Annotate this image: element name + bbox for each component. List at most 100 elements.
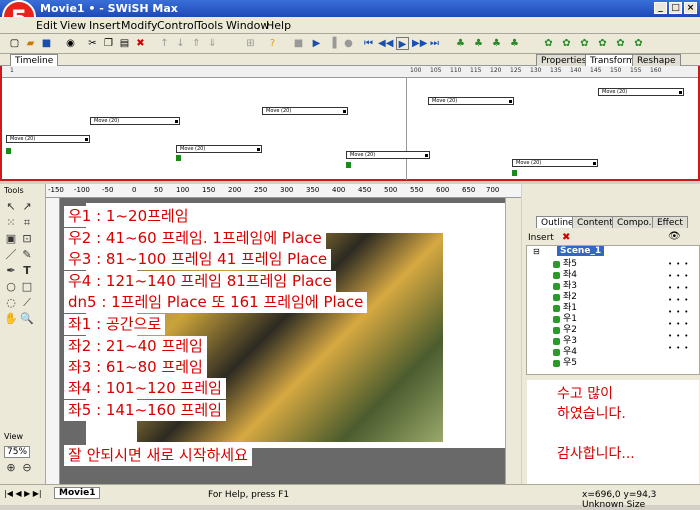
keyframe-marker[interactable]: [346, 162, 351, 168]
menu-modify[interactable]: Modify: [121, 19, 157, 32]
timeline-bar[interactable]: Move (20): [512, 159, 598, 167]
record-icon[interactable]: ●: [342, 37, 355, 50]
last-frame-icon[interactable]: ⏭: [428, 37, 441, 50]
subselect-icon[interactable]: ↗: [20, 200, 34, 214]
tab-reshape[interactable]: Reshape: [632, 54, 681, 66]
select-icon[interactable]: ↖: [4, 200, 18, 214]
timeline-bar[interactable]: Move (20): [176, 145, 262, 153]
menu-help[interactable]: Help: [266, 19, 291, 32]
effect-icon[interactable]: ✿: [542, 37, 555, 50]
cut-icon[interactable]: ✂: [86, 37, 99, 50]
tab-properties[interactable]: Properties: [536, 54, 592, 66]
scene-item[interactable]: Scene_1: [557, 246, 605, 256]
minimize-button[interactable]: _: [654, 2, 667, 14]
tick: 150: [610, 67, 622, 74]
outline-item[interactable]: 우4: [552, 347, 577, 358]
hand-icon[interactable]: ✋: [4, 312, 18, 326]
zoom-select[interactable]: 75%: [4, 446, 31, 458]
autoshape-icon[interactable]: ◌: [4, 296, 18, 310]
outline-item[interactable]: 좌2: [552, 292, 577, 303]
move-up-icon[interactable]: ↑: [158, 37, 171, 50]
stop-icon[interactable]: ■: [292, 37, 305, 50]
outline-item[interactable]: 좌4: [552, 270, 577, 281]
outline-item[interactable]: 좌5: [552, 259, 577, 270]
effect5-icon[interactable]: ✿: [614, 37, 627, 50]
copy-icon[interactable]: ❐: [102, 37, 115, 50]
effect2-icon[interactable]: ✿: [560, 37, 573, 50]
menu-insert[interactable]: Insert: [89, 19, 121, 32]
maximize-button[interactable]: □: [669, 2, 682, 14]
timeline-bar[interactable]: Move (20): [262, 107, 348, 115]
menu-window[interactable]: Window: [226, 19, 269, 32]
tab-timeline[interactable]: Timeline: [10, 54, 59, 66]
pencil-icon[interactable]: ✎: [20, 248, 34, 262]
keyframe-marker[interactable]: [176, 155, 181, 161]
outline-item[interactable]: 우1: [552, 314, 577, 325]
open-icon[interactable]: ▰: [24, 37, 37, 50]
move-top-icon[interactable]: ⇑: [190, 37, 203, 50]
zoom-out-icon[interactable]: ⊖: [20, 461, 34, 475]
line-icon[interactable]: ／: [4, 248, 18, 262]
transform-icon[interactable]: ⊡: [20, 232, 34, 246]
timeline-bar[interactable]: Move (20): [346, 151, 430, 159]
timeline-bar[interactable]: Move (20): [6, 135, 90, 143]
delete-icon[interactable]: ✖: [134, 37, 147, 50]
ruler-icon[interactable]: ⟋: [20, 296, 34, 310]
timeline-bar[interactable]: Move (20): [90, 117, 180, 125]
tab-effect[interactable]: Effect: [652, 216, 688, 228]
outline-item[interactable]: 좌3: [552, 281, 577, 292]
expand-icon[interactable]: ⊟: [533, 247, 540, 256]
insert-button-icon[interactable]: ♣: [490, 37, 503, 50]
insert-sprite-icon[interactable]: ♣: [472, 37, 485, 50]
close-button[interactable]: ×: [684, 2, 697, 14]
keyframe-marker[interactable]: [512, 170, 517, 176]
timeline-bar[interactable]: Move (20): [428, 97, 514, 105]
insert-group-icon[interactable]: ♣: [508, 37, 521, 50]
outline-item[interactable]: 우5: [552, 358, 577, 369]
keyframe-marker[interactable]: [6, 148, 11, 154]
move-down-icon[interactable]: ↓: [174, 37, 187, 50]
outline-item[interactable]: 우3: [552, 336, 577, 347]
outline-item[interactable]: 우2: [552, 325, 577, 336]
tab-content[interactable]: Content: [572, 216, 618, 228]
movie-tab[interactable]: Movie1: [54, 487, 101, 499]
nav-arrows-icon[interactable]: |◀ ◀ ▶ ▶|: [4, 489, 42, 498]
fill-icon[interactable]: ▣: [4, 232, 18, 246]
first-frame-icon[interactable]: ⏮: [362, 37, 375, 50]
outline-item[interactable]: 좌1: [552, 303, 577, 314]
next-frame-icon[interactable]: ▶▶: [412, 37, 427, 50]
effect3-icon[interactable]: ✿: [578, 37, 591, 50]
menu-tools[interactable]: Tools: [196, 19, 223, 32]
play-icon[interactable]: ▶: [310, 37, 323, 50]
menu-view[interactable]: View: [60, 19, 86, 32]
save-icon[interactable]: ■: [40, 37, 53, 50]
timeline-bar[interactable]: Move (20): [598, 88, 684, 96]
group-icon[interactable]: ⊞: [244, 37, 257, 50]
menu-control[interactable]: Control: [157, 19, 197, 32]
delete-icon[interactable]: ✖: [562, 232, 570, 243]
new-icon[interactable]: ▢: [8, 37, 21, 50]
effect4-icon[interactable]: ✿: [596, 37, 609, 50]
reshape-icon[interactable]: ⌗: [20, 216, 34, 230]
insert-dropdown[interactable]: Insert: [528, 233, 554, 243]
menu-edit[interactable]: Edit: [36, 19, 57, 32]
ellipse-icon[interactable]: ○: [4, 280, 18, 294]
rectangle-icon[interactable]: □: [20, 280, 34, 294]
insert-scene-icon[interactable]: ♣: [454, 37, 467, 50]
zoom-icon[interactable]: 🔍: [20, 312, 34, 326]
eye-icon[interactable]: 👁: [668, 231, 681, 242]
vertical-scrollbar[interactable]: [505, 198, 521, 484]
zoom-in-icon[interactable]: ⊕: [4, 461, 18, 475]
help-icon[interactable]: ?: [266, 37, 279, 50]
preview-icon[interactable]: ◉: [64, 37, 77, 50]
effect6-icon[interactable]: ✿: [632, 37, 645, 50]
bezier-icon[interactable]: ✒: [4, 264, 18, 278]
text-icon[interactable]: T: [20, 264, 34, 278]
pause-icon[interactable]: ▐: [326, 37, 339, 50]
frame-ruler[interactable]: 1 100 105 110 115 120 125 130 135 140 14…: [2, 66, 698, 78]
play-frame-icon[interactable]: ▶: [396, 37, 409, 50]
move-bottom-icon[interactable]: ⇓: [206, 37, 219, 50]
motion-icon[interactable]: ⁙: [4, 216, 18, 230]
paste-icon[interactable]: ▤: [118, 37, 131, 50]
prev-frame-icon[interactable]: ◀◀: [378, 37, 393, 50]
